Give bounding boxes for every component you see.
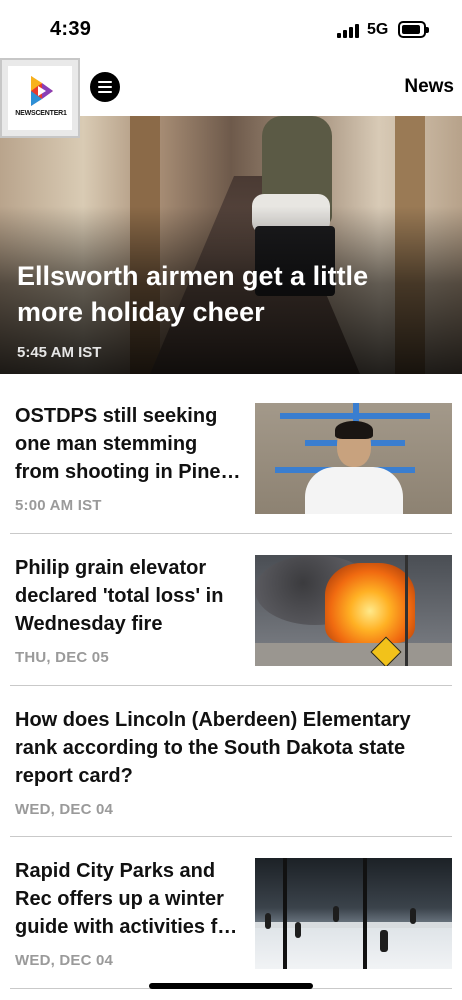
article-item[interactable]: How does Lincoln (Aberdeen) Elementary r… [10,704,452,822]
article-item[interactable]: Rapid City Parks and Rec offers up a win… [10,855,452,973]
home-indicator[interactable] [149,983,313,989]
hero-story[interactable]: Ellsworth airmen get a little more holid… [0,116,462,374]
article-thumbnail[interactable] [255,403,452,514]
article-date: WED, DEC 04 [15,952,114,969]
network-type: 5G [367,21,389,38]
newscenter-logo[interactable]: NEWSCENTER1 [0,58,80,138]
menu-button[interactable] [90,72,120,102]
article-date: WED, DEC 04 [15,801,114,818]
hero-gradient-overlay [0,116,462,374]
article-thumbnail[interactable] [255,555,452,666]
article-thumbnail[interactable] [255,858,452,969]
article-item[interactable]: OSTDPS still seeking one man stemming fr… [10,400,452,518]
cellular-signal-icon [337,24,361,38]
article-headline[interactable]: Rapid City Parks and Rec offers up a win… [15,857,245,941]
logo-mark-icon [31,76,53,106]
divider [10,836,452,837]
hero-headline[interactable]: Ellsworth airmen get a little more holid… [17,258,437,330]
divider [10,685,452,686]
hero-timestamp: 5:45 AM IST [17,344,102,361]
status-bar: 4:39 5G [0,0,462,58]
article-item[interactable]: Philip grain elevator declared 'total lo… [10,552,452,670]
section-title[interactable]: News [404,76,454,98]
article-headline[interactable]: How does Lincoln (Aberdeen) Elementary r… [15,706,455,790]
logo-text: NEWSCENTER1 [15,110,67,117]
logo-inner: NEWSCENTER1 [8,66,72,130]
divider [10,533,452,534]
article-date: 5:00 AM IST [15,497,102,514]
article-headline[interactable]: Philip grain elevator declared 'total lo… [15,554,245,638]
status-time: 4:39 [50,18,92,40]
battery-icon [398,21,429,38]
article-date: THU, DEC 05 [15,649,109,666]
article-headline[interactable]: OSTDPS still seeking one man stemming fr… [15,402,245,486]
